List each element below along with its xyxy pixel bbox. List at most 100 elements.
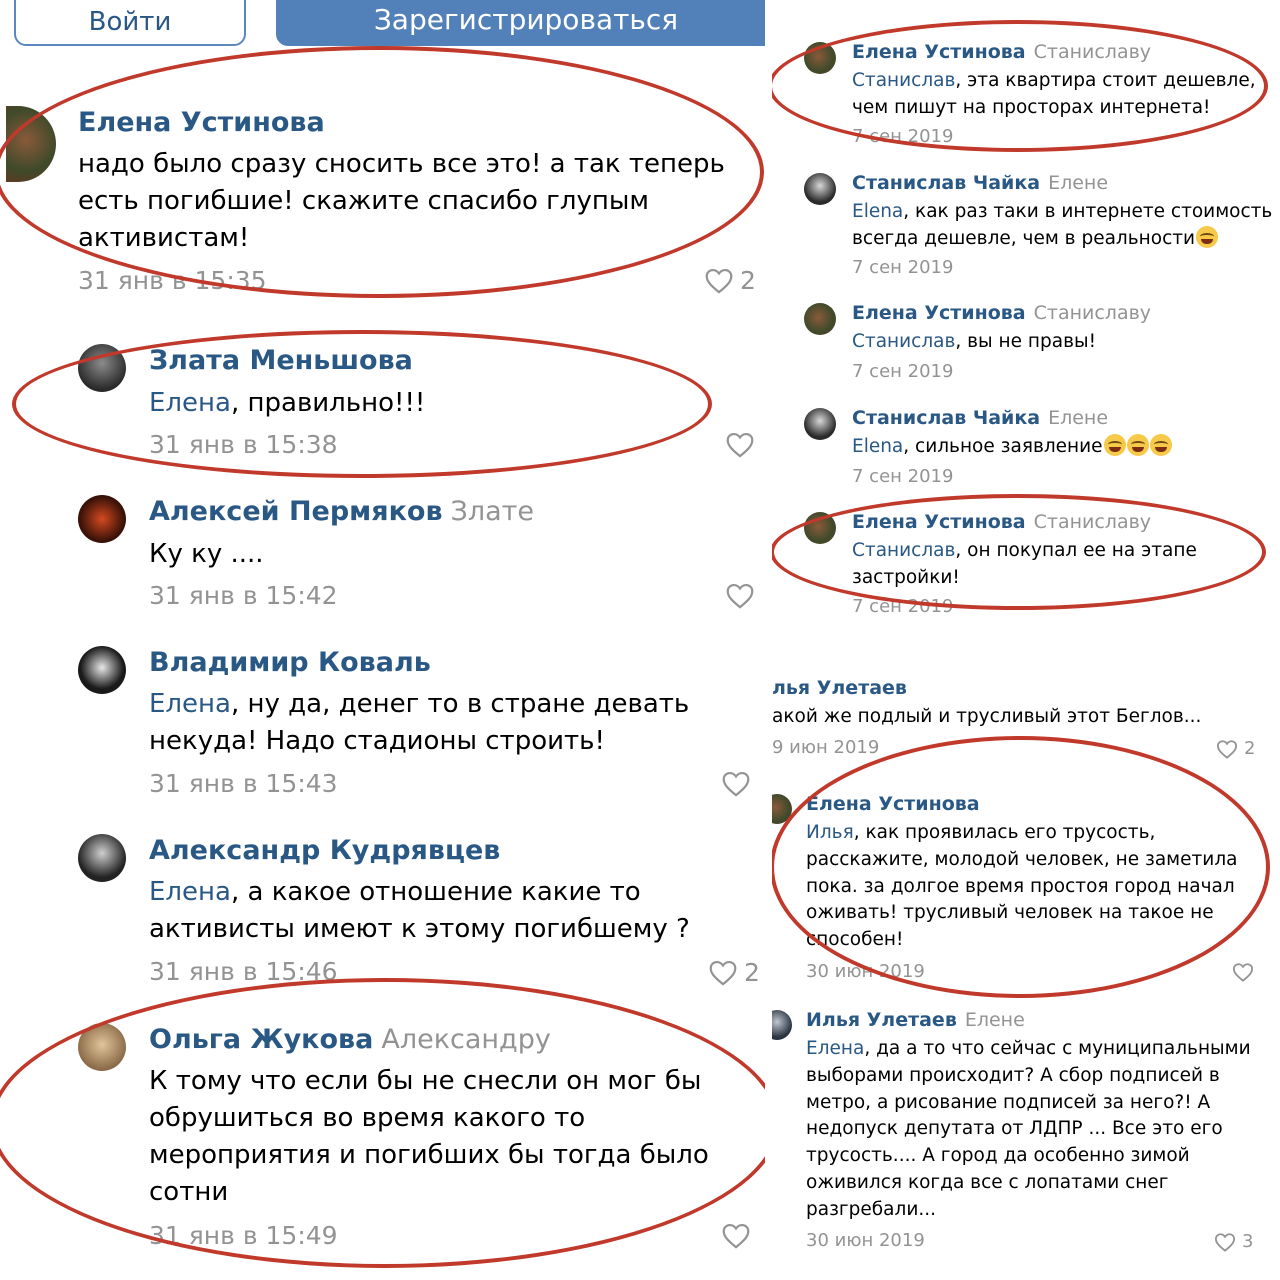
like-count: 2 [740, 266, 756, 295]
comment-author[interactable]: Владимир Коваль [149, 647, 431, 678]
avatar[interactable] [804, 303, 836, 335]
reply-to[interactable]: Станиславу [1034, 302, 1151, 324]
left-screenshot-panel: Войти Зарегистрироваться Елена Устинова … [0, 0, 765, 1280]
comment-text: Elena, сильное заявление [852, 434, 1277, 461]
reply-to[interactable]: Елене [965, 1009, 1025, 1031]
reply-to[interactable]: Станиславу [1034, 511, 1151, 533]
reply-to[interactable]: Елене [1048, 172, 1108, 194]
comment-date[interactable]: 31 янв в 15:43 [149, 769, 338, 798]
avatar[interactable] [804, 42, 836, 74]
login-button[interactable]: Войти [14, 0, 246, 46]
heart-outline-icon [722, 771, 750, 797]
avatar[interactable] [78, 834, 126, 882]
like-button[interactable] [725, 582, 755, 609]
register-button[interactable]: Зарегистрироваться [276, 0, 765, 46]
register-button-label: Зарегистрироваться [373, 3, 679, 36]
reply-addressee-link[interactable]: Elena [852, 201, 903, 222]
comment-author[interactable]: Алексей Пермяков Злате [149, 496, 534, 527]
comment-date[interactable]: 30 июн 2019 [806, 961, 925, 982]
comment-text: Илья, как проявилась его трусость, расск… [806, 822, 1238, 951]
reply-addressee-link[interactable]: Станислав [852, 540, 955, 561]
like-button[interactable] [725, 431, 755, 458]
right-bottom-screenshot-panel: лья Улетаев акой же подлый и трусливый э… [772, 640, 1280, 1280]
reply-addressee-link[interactable]: Илья [806, 822, 854, 843]
comment-author[interactable]: Станислав Чайка Елене [852, 407, 1108, 429]
like-button[interactable] [721, 1222, 751, 1249]
like-count: 3 [1242, 1231, 1254, 1252]
avatar[interactable] [804, 512, 836, 544]
like-count: 2 [744, 958, 760, 987]
avatar[interactable] [78, 344, 126, 392]
reply-addressee-link[interactable]: Елена [149, 689, 231, 719]
like-count: 2 [1244, 738, 1256, 759]
reply-to[interactable]: Елене [1048, 407, 1108, 429]
login-button-label: Войти [88, 7, 172, 37]
comment-author[interactable]: Елена Устинова Станиславу [852, 41, 1151, 63]
comment-text: акой же подлый и трусливый этот Беглов..… [772, 706, 1202, 727]
comment-date[interactable]: 31 янв в 15:38 [149, 430, 338, 459]
reply-addressee-link[interactable]: Елена [806, 1038, 864, 1059]
tears-of-joy-emoji [1126, 434, 1149, 456]
like-button[interactable]: 2 [1216, 738, 1255, 759]
comment-author[interactable]: Илья Улетаев Елене [806, 1009, 1025, 1031]
heart-outline-icon [1214, 1232, 1236, 1252]
comment-text: Ку ку .... [149, 539, 264, 569]
avatar[interactable] [804, 173, 836, 205]
reply-to[interactable]: Александру [381, 1024, 550, 1055]
like-button[interactable] [1232, 962, 1254, 982]
avatar[interactable] [78, 495, 126, 543]
tears-of-joy-emoji [1196, 225, 1219, 248]
comment-text: Станислав, эта квартира стоит дешевле, ч… [852, 70, 1256, 118]
comment-date[interactable]: 7 сен 2019 [852, 361, 953, 382]
comment-author[interactable]: Елена Устинова Станиславу [852, 511, 1151, 533]
heart-outline-icon [1232, 963, 1254, 982]
reply-addressee-link[interactable]: Станислав [852, 70, 955, 91]
heart-outline-icon [709, 960, 737, 986]
comment-author[interactable]: Елена Устинова [806, 793, 980, 815]
comment-text: Елена, да а то что сейчас с муниципальны… [806, 1038, 1251, 1220]
comment-author[interactable]: Злата Меньшова [149, 345, 413, 376]
like-button[interactable] [721, 770, 751, 797]
comment-date[interactable]: 31 янв в 15:42 [149, 581, 338, 610]
comment-text: Станислав, он покупал ее на этапе застро… [852, 540, 1197, 588]
comment-date[interactable]: 9 июн 2019 [772, 737, 879, 758]
reply-addressee-link[interactable]: Станислав [852, 331, 955, 352]
comment-date[interactable]: 7 сен 2019 [852, 257, 953, 278]
reply-addressee-link[interactable]: Elena [852, 436, 903, 457]
heart-outline-icon [726, 583, 754, 609]
comment-author[interactable]: лья Улетаев [772, 677, 907, 699]
comment-date[interactable]: 7 сен 2019 [852, 126, 953, 147]
comment-text: К тому что если бы не снесли он мог бы о… [149, 1066, 709, 1207]
right-top-screenshot-panel: Елена Устинова Станиславу Станислав, эта … [772, 0, 1280, 640]
like-button[interactable]: 3 [1214, 1231, 1253, 1252]
comment-text: Елена, а какое отношение какие то активи… [149, 877, 690, 944]
comment-date[interactable]: 7 сен 2019 [852, 596, 953, 617]
reply-to[interactable]: Станиславу [1034, 41, 1151, 63]
like-button[interactable]: 2 [708, 958, 760, 987]
comment-text: надо было сразу сносить все это! а так т… [78, 149, 725, 253]
comment-date[interactable]: 30 июн 2019 [806, 1230, 925, 1251]
comment-author[interactable]: Ольга Жукова Александру [149, 1024, 551, 1055]
heart-outline-icon [722, 1223, 750, 1249]
reply-addressee-link[interactable]: Елена [149, 388, 231, 418]
comment-author[interactable]: Александр Кудрявцев [149, 835, 500, 866]
comment-date[interactable]: 7 сен 2019 [852, 466, 953, 487]
comment-author[interactable]: Станислав Чайка Елене [852, 172, 1108, 194]
comment-date[interactable]: 31 янв в 15:49 [149, 1221, 338, 1250]
avatar[interactable] [6, 106, 56, 182]
tears-of-joy-emoji [1103, 434, 1126, 456]
comment-date[interactable]: 31 янв в 15:46 [149, 957, 338, 986]
comment-author[interactable]: Елена Устинова [78, 107, 325, 138]
reply-to[interactable]: Злате [451, 496, 534, 527]
comment-text: Елена, правильно!!! [149, 388, 426, 418]
avatar[interactable] [804, 408, 836, 440]
avatar[interactable] [772, 1010, 792, 1040]
avatar[interactable] [78, 1023, 126, 1071]
comment-author[interactable]: Елена Устинова Станиславу [852, 302, 1151, 324]
like-button[interactable]: 2 [704, 266, 756, 295]
avatar[interactable] [78, 646, 126, 694]
comment-date[interactable]: 31 янв в 15:35 [78, 266, 267, 295]
avatar[interactable] [772, 794, 792, 824]
reply-addressee-link[interactable]: Елена [149, 877, 231, 907]
heart-outline-icon [726, 432, 754, 458]
